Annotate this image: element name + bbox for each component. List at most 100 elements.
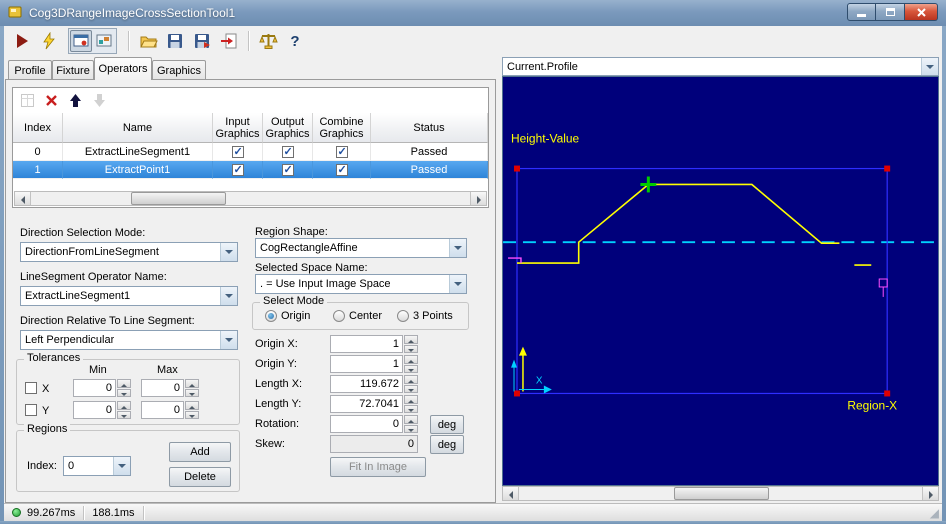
- tolerance-x-max-value[interactable]: 0: [141, 379, 184, 397]
- spin-up-button[interactable]: [404, 375, 418, 384]
- close-button[interactable]: [905, 3, 938, 21]
- move-up-button[interactable]: [65, 91, 85, 111]
- spin-up-button[interactable]: [185, 401, 199, 410]
- select-mode-center[interactable]: Center: [333, 310, 382, 322]
- rotation-spinner[interactable]: 0: [330, 415, 418, 433]
- combine-graphics-checkbox[interactable]: [335, 163, 348, 176]
- input-graphics-checkbox[interactable]: [231, 145, 244, 158]
- spin-down-button[interactable]: [185, 410, 199, 419]
- output-graphics-cell[interactable]: [263, 143, 313, 161]
- origin-x-value[interactable]: 1: [330, 335, 403, 353]
- combine-graphics-cell[interactable]: [313, 161, 371, 179]
- length-x-spinner[interactable]: 119.672: [330, 375, 418, 393]
- spin-down-button[interactable]: [404, 404, 418, 413]
- electric-run-button[interactable]: [37, 29, 61, 53]
- length-y-spinner[interactable]: 72.7041: [330, 395, 418, 413]
- region-index-combo[interactable]: 0: [63, 456, 131, 476]
- radio-icon[interactable]: [265, 310, 277, 322]
- direction-selection-mode-combo[interactable]: DirectionFromLineSegment: [20, 242, 238, 262]
- tolerance-y-min-spinner[interactable]: 0: [73, 401, 131, 419]
- spin-down-button[interactable]: [404, 344, 418, 353]
- skew-deg-button[interactable]: deg: [430, 435, 464, 454]
- spin-up-button[interactable]: [185, 379, 199, 388]
- input-graphics-cell[interactable]: [213, 143, 263, 161]
- tolerance-x-checkbox[interactable]: [25, 382, 37, 394]
- corner-handle[interactable]: [514, 165, 520, 172]
- name-cell[interactable]: ExtractPoint1: [63, 161, 213, 179]
- radio-icon[interactable]: [333, 310, 345, 322]
- origin-x-spinner[interactable]: 1: [330, 335, 418, 353]
- add-operator-button[interactable]: [17, 91, 37, 111]
- chevron-down-icon[interactable]: [220, 331, 237, 349]
- chevron-down-icon[interactable]: [449, 275, 466, 293]
- length-x-value[interactable]: 119.672: [330, 375, 403, 393]
- tab-graphics[interactable]: Graphics: [152, 60, 206, 80]
- open-file-button[interactable]: [136, 29, 160, 53]
- operator-list-hscrollbar[interactable]: [14, 191, 487, 206]
- index-cell[interactable]: 0: [13, 143, 63, 161]
- input-graphics-checkbox[interactable]: [231, 163, 244, 176]
- spin-up-button[interactable]: [404, 335, 418, 344]
- index-cell[interactable]: 1: [13, 161, 63, 179]
- tab-operators[interactable]: Operators: [94, 57, 152, 80]
- chevron-down-icon[interactable]: [220, 243, 237, 261]
- column-header-output-graphics[interactable]: Output Graphics: [263, 113, 313, 143]
- selected-space-combo[interactable]: . = Use Input Image Space: [255, 274, 467, 294]
- import-image-button[interactable]: [217, 29, 241, 53]
- scroll-track[interactable]: [519, 487, 922, 500]
- profile-display[interactable]: X Height-Value Region-X: [502, 76, 939, 486]
- scroll-right-button[interactable]: [470, 192, 486, 205]
- save-button[interactable]: [163, 29, 187, 53]
- spin-up-button[interactable]: [404, 395, 418, 404]
- output-graphics-checkbox[interactable]: [281, 163, 294, 176]
- display-hscrollbar[interactable]: [502, 486, 939, 501]
- save-image-button[interactable]: [190, 29, 214, 53]
- titlebar[interactable]: Cog3DRangeImageCrossSectionTool1: [0, 0, 946, 26]
- spin-down-button[interactable]: [404, 364, 418, 373]
- chevron-down-icon[interactable]: [220, 287, 237, 305]
- output-graphics-cell[interactable]: [263, 161, 313, 179]
- scroll-track[interactable]: [31, 192, 470, 205]
- spin-up-button[interactable]: [117, 379, 131, 388]
- origin-y-spinner[interactable]: 1: [330, 355, 418, 373]
- spin-up-button[interactable]: [404, 415, 418, 424]
- length-y-value[interactable]: 72.7041: [330, 395, 403, 413]
- scroll-left-button[interactable]: [15, 192, 31, 205]
- spin-up-button[interactable]: [404, 355, 418, 364]
- column-header-input-graphics[interactable]: Input Graphics: [213, 113, 263, 143]
- image-record-button[interactable]: [93, 30, 115, 52]
- run-button[interactable]: [10, 29, 34, 53]
- column-header-status[interactable]: Status: [371, 113, 488, 143]
- spin-down-button[interactable]: [185, 388, 199, 397]
- corner-handle[interactable]: [884, 390, 891, 397]
- delete-operator-button[interactable]: [41, 91, 61, 111]
- tolerance-x-min-spinner[interactable]: 0: [73, 379, 131, 397]
- tab-fixture[interactable]: Fixture: [52, 60, 94, 80]
- spin-down-button[interactable]: [404, 384, 418, 393]
- tolerance-x-min-value[interactable]: 0: [73, 379, 116, 397]
- rotation-deg-button[interactable]: deg: [430, 415, 464, 434]
- tolerance-y-checkbox[interactable]: [25, 404, 37, 416]
- move-down-button[interactable]: [89, 91, 109, 111]
- direction-relative-combo[interactable]: Left Perpendicular: [20, 330, 238, 350]
- output-graphics-checkbox[interactable]: [281, 145, 294, 158]
- tolerance-x-max-spinner[interactable]: 0: [141, 379, 199, 397]
- help-button[interactable]: ?: [283, 29, 307, 53]
- spin-down-button[interactable]: [117, 410, 131, 419]
- tolerance-y-min-value[interactable]: 0: [73, 401, 116, 419]
- spin-up-button[interactable]: [117, 401, 131, 410]
- chevron-down-icon[interactable]: [449, 239, 466, 257]
- scroll-left-button[interactable]: [503, 487, 519, 500]
- chevron-down-icon[interactable]: [921, 58, 938, 75]
- combine-graphics-cell[interactable]: [313, 143, 371, 161]
- combine-graphics-checkbox[interactable]: [335, 145, 348, 158]
- minimize-button[interactable]: [847, 3, 876, 21]
- scroll-right-button[interactable]: [922, 487, 938, 500]
- add-region-button[interactable]: Add: [169, 442, 231, 462]
- maximize-button[interactable]: [876, 3, 905, 21]
- profile-canvas[interactable]: X Height-Value Region-X: [503, 77, 938, 485]
- name-cell[interactable]: ExtractLineSegment1: [63, 143, 213, 161]
- select-mode-3points[interactable]: 3 Points: [397, 310, 453, 322]
- column-header-name[interactable]: Name: [63, 113, 213, 143]
- graphics-display-button[interactable]: [70, 30, 92, 52]
